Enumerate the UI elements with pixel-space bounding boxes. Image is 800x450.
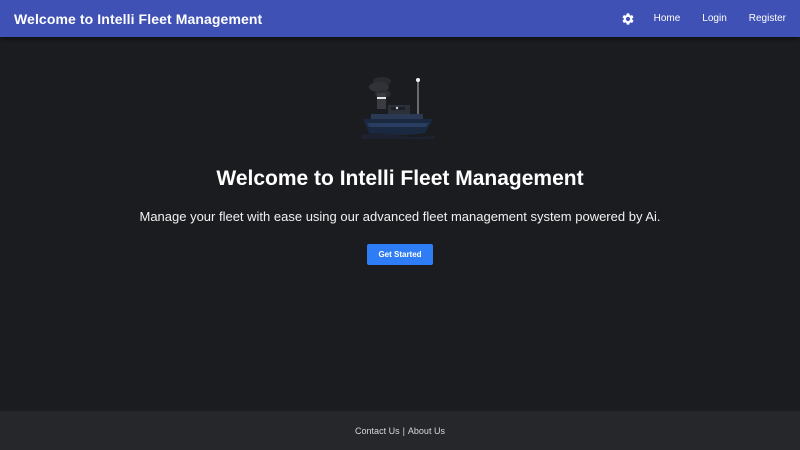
footer-separator: | — [402, 425, 405, 436]
about-us-link[interactable]: About Us — [408, 426, 445, 436]
hero-subtitle: Manage your fleet with ease using our ad… — [139, 209, 661, 224]
hero-title: Welcome to Intelli Fleet Management — [216, 167, 584, 190]
ship-illustration — [361, 77, 435, 139]
theme-toggle-button[interactable] — [620, 11, 636, 27]
nav-link-login[interactable]: Login — [702, 13, 726, 24]
page-footer: Contact Us | About Us — [0, 411, 800, 450]
hero-section: Welcome to Intelli Fleet Management Mana… — [0, 37, 800, 411]
nav-link-register[interactable]: Register — [749, 13, 786, 24]
nav-link-home[interactable]: Home — [654, 13, 681, 24]
get-started-button[interactable]: Get Started — [367, 244, 433, 265]
gear-icon — [622, 12, 634, 25]
nav-menu: Home Login Register — [620, 11, 786, 27]
app-brand-title[interactable]: Welcome to Intelli Fleet Management — [14, 11, 262, 27]
top-navbar: Welcome to Intelli Fleet Management Home… — [0, 0, 800, 37]
contact-us-link[interactable]: Contact Us — [355, 426, 400, 436]
